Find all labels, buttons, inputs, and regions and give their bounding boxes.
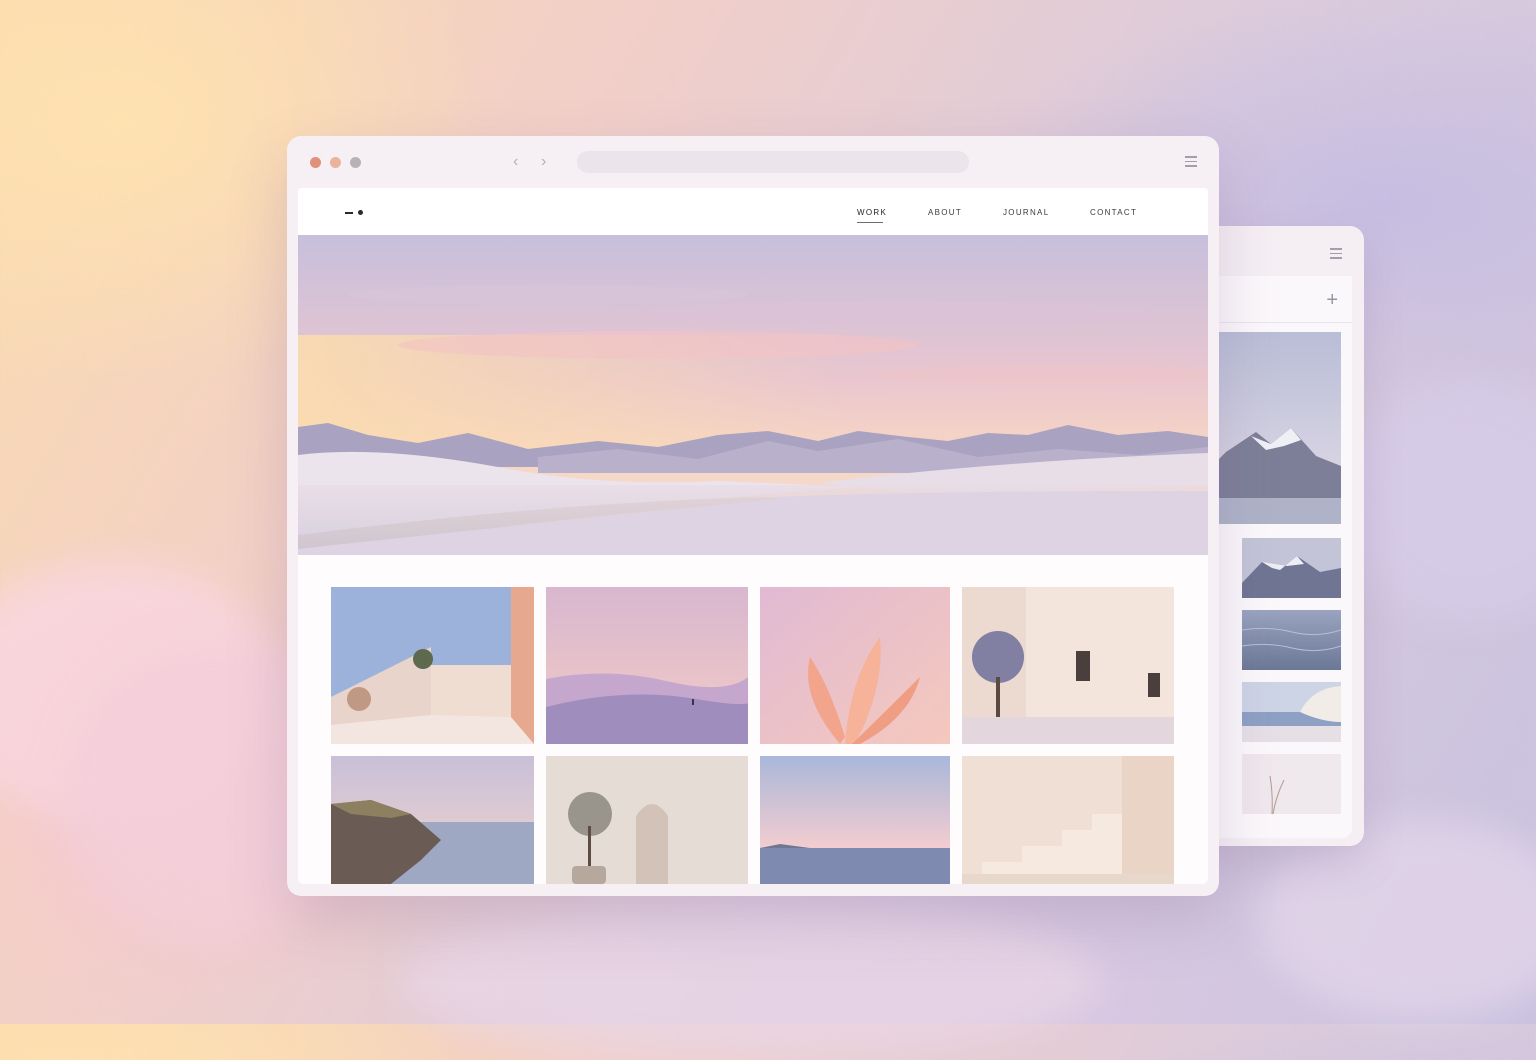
site-logo[interactable]: [345, 210, 367, 216]
secondary-thumb-grass[interactable]: [1242, 754, 1341, 814]
active-nav-indicator: [857, 222, 883, 223]
close-window-button[interactable]: [310, 157, 321, 168]
minimize-window-button[interactable]: [330, 157, 341, 168]
chevron-right-icon[interactable]: ›: [541, 152, 546, 172]
gallery-image-white-house[interactable]: [962, 587, 1174, 744]
gallery-image-cliffs[interactable]: [331, 756, 534, 884]
plus-icon[interactable]: +: [1326, 290, 1338, 310]
gallery-image-olive-tree[interactable]: [546, 756, 748, 884]
secondary-page: +: [1196, 276, 1352, 838]
gallery-image-flower[interactable]: [760, 587, 950, 744]
zoom-window-button[interactable]: [350, 157, 361, 168]
address-bar[interactable]: [577, 151, 969, 173]
hamburger-menu-icon[interactable]: [1330, 248, 1342, 262]
gallery-image-stairs[interactable]: [962, 756, 1174, 884]
secondary-header: +: [1196, 276, 1352, 323]
nav-about-link[interactable]: ABOUT: [928, 208, 962, 217]
website-page: WORK ABOUT JOURNAL CONTACT: [298, 188, 1208, 884]
browser-chrome: ‹ ›: [287, 136, 1219, 188]
chevron-left-icon[interactable]: ‹: [513, 152, 518, 172]
secondary-thumb-sea[interactable]: [1242, 610, 1341, 670]
nav-work-link[interactable]: WORK: [857, 208, 887, 217]
hero-image[interactable]: [298, 235, 1208, 555]
gallery-image-dunes[interactable]: [546, 587, 748, 744]
background-cloud: [1340, 380, 1536, 620]
gallery-image-courtyard[interactable]: [331, 587, 534, 744]
main-browser-window: ‹ › WORK ABOUT JOURNAL CONTACT: [287, 136, 1219, 896]
secondary-thumb-coast[interactable]: [1242, 682, 1341, 742]
secondary-thumb-mountains[interactable]: [1242, 538, 1341, 598]
site-navigation: WORK ABOUT JOURNAL CONTACT: [298, 188, 1208, 235]
hamburger-menu-icon[interactable]: [1185, 156, 1197, 170]
background-cloud: [1260, 820, 1536, 1020]
nav-journal-link[interactable]: JOURNAL: [1003, 208, 1049, 217]
background-cloud: [400, 900, 1100, 1060]
gallery-image-ocean[interactable]: [760, 756, 950, 884]
secondary-browser-window: +: [1196, 226, 1364, 846]
nav-contact-link[interactable]: CONTACT: [1090, 208, 1137, 217]
